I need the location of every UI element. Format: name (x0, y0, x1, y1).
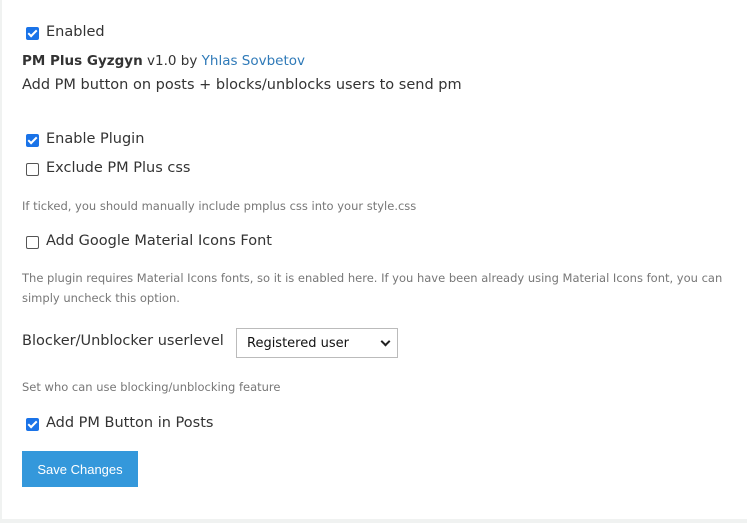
author-link[interactable]: Yhlas Sovbetov (202, 53, 305, 69)
enable-plugin-label: Enable Plugin (46, 131, 145, 147)
plugin-version: v1.0 (147, 53, 177, 69)
pm-button-checkbox[interactable] (26, 418, 39, 431)
userlevel-help: Set who can use blocking/unblocking feat… (22, 380, 281, 394)
save-changes-button[interactable]: Save Changes (22, 451, 138, 487)
enable-plugin-checkbox[interactable] (26, 134, 39, 147)
chevron-down-icon (380, 336, 391, 347)
material-icons-help-2: simply uncheck this option. (22, 291, 180, 305)
by-text: by (180, 53, 198, 69)
pm-button-label: Add PM Button in Posts (46, 415, 214, 431)
plugin-title: PM Plus Gyzgyn v1.0 by Yhlas Sovbetov (22, 53, 305, 69)
material-icons-checkbox[interactable] (26, 236, 39, 249)
material-icons-label: Add Google Material Icons Font (46, 233, 272, 249)
exclude-css-help: If ticked, you should manually include p… (22, 199, 417, 213)
plugin-description: Add PM button on posts + blocks/unblocks… (22, 77, 462, 93)
plugin-name: PM Plus Gyzgyn (22, 53, 143, 69)
userlevel-selected: Registered user (247, 336, 349, 351)
enabled-checkbox[interactable] (26, 27, 39, 40)
material-icons-help-1: The plugin requires Material Icons fonts… (22, 271, 723, 285)
enabled-label: Enabled (46, 24, 105, 40)
userlevel-select[interactable]: Registered user (236, 328, 398, 358)
exclude-css-label: Exclude PM Plus css (46, 160, 191, 176)
userlevel-label: Blocker/Unblocker userlevel (22, 333, 224, 349)
exclude-css-checkbox[interactable] (26, 163, 39, 176)
